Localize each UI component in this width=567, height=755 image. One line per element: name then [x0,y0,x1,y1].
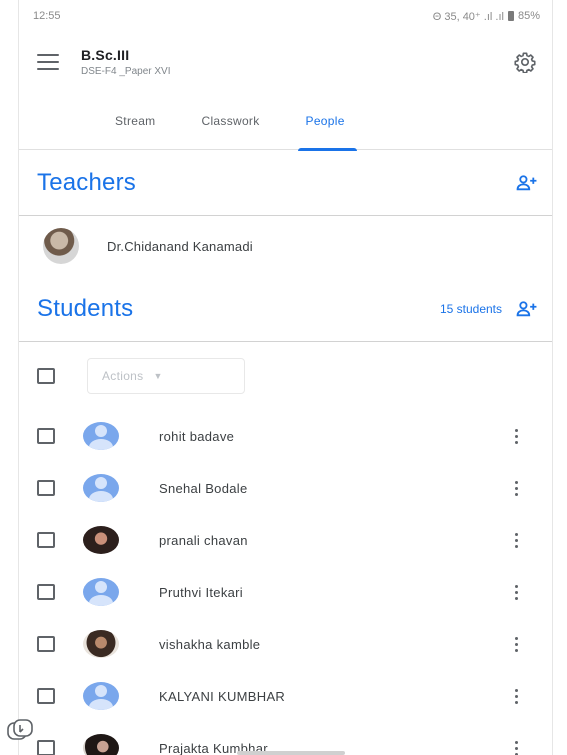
teachers-title: Teachers [37,168,136,196]
students-header-right: 15 students [440,300,538,318]
gear-icon[interactable] [514,51,536,73]
more-vert-icon[interactable] [504,736,528,755]
battery-level: 85% [517,10,540,22]
student-row[interactable]: vishakha kamble [19,618,552,670]
student-checkbox[interactable] [37,740,55,755]
tab-classwork[interactable]: Classwork [201,92,259,150]
phone-screen: 12:55 Θ 35, 40⁺ .ıl .ıl 85% B.Sc.III DSE… [18,0,553,755]
class-title: B.Sc.III [81,47,130,63]
menu-icon[interactable] [37,54,59,70]
student-checkbox[interactable] [37,480,55,496]
student-name: vishakha kamble [159,636,261,652]
student-row[interactable]: Snehal Bodale [19,462,552,514]
students-title: Students [37,294,134,322]
add-student-icon[interactable] [516,300,538,318]
avatar [83,630,119,658]
select-all-checkbox[interactable] [37,368,55,384]
student-checkbox[interactable] [37,688,55,704]
avatar [83,578,119,606]
avatar [83,526,119,554]
signal-indicators: Θ 35, 40⁺ .ıl .ıl [432,10,504,23]
more-vert-icon[interactable] [504,580,528,604]
student-checkbox[interactable] [37,532,55,548]
student-checkbox[interactable] [37,636,55,652]
screenshot-overlay-icon[interactable] [6,718,34,742]
avatar [83,422,119,450]
student-name: Snehal Bodale [159,480,248,496]
more-vert-icon[interactable] [504,684,528,708]
status-indicators: Θ 35, 40⁺ .ıl .ıl 85% [433,10,540,23]
status-bar: 12:55 Θ 35, 40⁺ .ıl .ıl 85% [19,0,552,32]
avatar [83,734,119,755]
teacher-row[interactable]: Dr.Chidanand Kanamadi [19,216,552,276]
student-name: Pruthvi Itekari [159,584,243,600]
student-row[interactable]: Pruthvi Itekari [19,566,552,618]
student-count: 15 students [439,301,502,316]
teachers-header: Teachers [19,150,552,216]
status-time: 12:55 [33,10,61,22]
chevron-down-icon: ▼ [153,371,163,381]
more-vert-icon[interactable] [504,632,528,656]
tab-bar: Stream Classwork People [19,92,552,151]
avatar [83,682,119,710]
student-row[interactable]: pranali chavan [19,514,552,566]
teacher-avatar [43,228,79,264]
avatar [83,474,119,502]
add-teacher-icon[interactable] [516,174,538,192]
battery-icon [507,11,514,21]
student-row[interactable]: rohit badave [19,410,552,462]
teacher-name: Dr.Chidanand Kanamadi [107,238,253,254]
student-checkbox[interactable] [37,584,55,600]
student-name: rohit badave [159,428,235,444]
more-vert-icon[interactable] [504,424,528,448]
student-name: pranali chavan [159,532,248,548]
tab-people[interactable]: People [297,92,357,151]
tab-stream[interactable]: Stream [115,92,155,150]
actions-label: Actions [102,369,144,383]
class-titles: B.Sc.III DSE-F4 _Paper XVI [81,47,514,77]
student-name: KALYANI KUMBHAR [159,688,286,704]
student-checkbox[interactable] [37,428,55,444]
app-bar: B.Sc.III DSE-F4 _Paper XVI [19,32,552,92]
student-row[interactable]: KALYANI KUMBHAR [19,670,552,722]
more-vert-icon[interactable] [504,528,528,552]
more-vert-icon[interactable] [504,476,528,500]
class-subtitle: DSE-F4 _Paper XVI [81,66,171,77]
student-list: rohit badave Snehal Bodale pranali chava… [19,410,552,755]
students-header: Students 15 students [19,276,552,342]
actions-dropdown[interactable]: Actions ▼ [87,358,245,394]
actions-row: Actions ▼ [19,342,552,410]
home-indicator[interactable] [237,751,345,755]
